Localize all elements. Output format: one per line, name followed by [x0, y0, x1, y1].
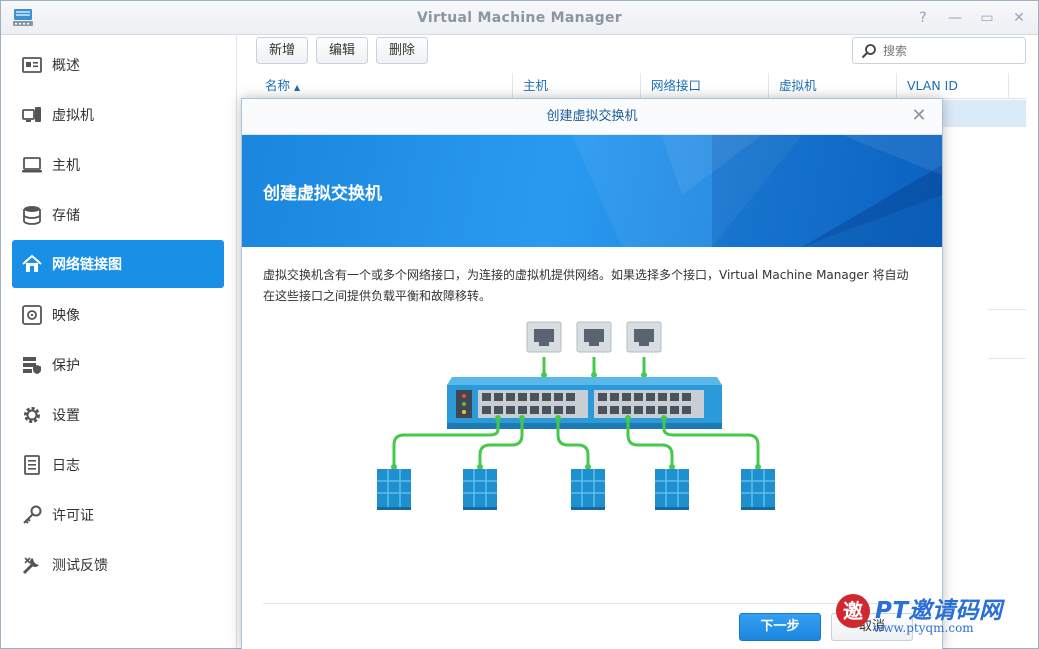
titlebar: Virtual Machine Manager ? — ▭ ✕: [1, 1, 1038, 35]
minimize-icon[interactable]: —: [946, 9, 964, 27]
close-window-icon[interactable]: ✕: [1010, 9, 1028, 27]
close-icon[interactable]: ✕: [910, 107, 928, 125]
sidebar-item-license[interactable]: 许可证: [12, 491, 224, 539]
sidebar-item-feedback[interactable]: 测试反馈: [12, 541, 224, 589]
sidebar-item-host[interactable]: 主机: [12, 141, 224, 189]
sidebar-item-protect[interactable]: 保护: [12, 341, 224, 389]
search-box[interactable]: [852, 37, 1026, 64]
dialog-description: 虚拟交换机含有一个或多个网络接口，为连接的虚拟机提供网络。如果选择多个接口，Vi…: [263, 268, 909, 303]
dialog-title: 创建虚拟交换机: [242, 99, 942, 135]
vm-block-icon: [571, 469, 605, 510]
search-icon: [861, 44, 876, 59]
vm-block-icon: [463, 469, 497, 510]
sidebar-item-label: 网络链接图: [52, 257, 122, 273]
watermark-logo-icon: 邀: [836, 594, 870, 628]
host-icon: [20, 153, 44, 177]
edit-button[interactable]: 编辑: [316, 37, 368, 64]
create-vswitch-dialog: 创建虚拟交换机 ✕ 创建虚拟交换机 虚拟交换机含有一个或多个网络接口，为连接的虚…: [241, 98, 943, 649]
log-icon: [20, 453, 44, 477]
storage-icon: [20, 203, 44, 227]
sidebar-item-log[interactable]: 日志: [12, 441, 224, 489]
vm-block-icon: [377, 469, 411, 510]
vm-block-icon: [655, 469, 689, 510]
window-controls: ? — ▭ ✕: [914, 9, 1028, 27]
sidebar-item-label: 测试反馈: [52, 558, 108, 574]
next-button[interactable]: 下一步: [739, 613, 821, 641]
sort-asc-icon: ▲: [294, 83, 301, 92]
image-icon: [20, 303, 44, 327]
sidebar-item-label: 设置: [52, 408, 80, 424]
banner-title: 创建虚拟交换机: [263, 184, 382, 204]
vm-block-icon: [741, 469, 775, 510]
sidebar-item-network[interactable]: 网络链接图: [12, 240, 224, 288]
footer-divider: [263, 603, 923, 604]
table-header: 名称 ▲ 主机 网络接口 虚拟机 VLAN ID: [255, 73, 1026, 99]
column-header-vlan[interactable]: VLAN ID: [897, 73, 1009, 99]
license-icon: [20, 503, 44, 527]
sidebar-item-image[interactable]: 映像: [12, 291, 224, 339]
column-header-interface[interactable]: 网络接口: [641, 73, 769, 99]
column-header-vm[interactable]: 虚拟机: [769, 73, 897, 99]
protect-icon: [20, 353, 44, 377]
overview-icon: [20, 53, 44, 77]
sidebar-item-label: 概述: [52, 58, 80, 74]
gear-icon: [20, 403, 44, 427]
window-title: Virtual Machine Manager: [417, 10, 622, 26]
network-icon: [20, 252, 44, 276]
sidebar: 概述 虚拟机 主机 存储 网络链接图 映像 保护 设置 日志 许可证 测试反馈: [1, 36, 237, 648]
sidebar-item-storage[interactable]: 存储: [12, 191, 224, 239]
divider: [988, 309, 1026, 310]
maximize-icon[interactable]: ▭: [978, 9, 996, 27]
delete-button[interactable]: 删除: [376, 37, 428, 64]
sidebar-item-overview[interactable]: 概述: [12, 41, 224, 89]
sidebar-item-label: 主机: [52, 158, 80, 174]
help-icon[interactable]: ?: [914, 9, 932, 27]
column-header-host[interactable]: 主机: [513, 73, 641, 99]
sidebar-item-label: 映像: [52, 308, 80, 324]
svg-text:邀: 邀: [843, 599, 863, 623]
watermark-url: www.ptyqm.com: [873, 621, 974, 635]
sidebar-item-label: 存储: [52, 208, 80, 224]
watermark-text: PT邀请码网: [875, 598, 1003, 624]
sidebar-item-label: 许可证: [52, 508, 94, 524]
sidebar-item-label: 日志: [52, 458, 80, 474]
add-button[interactable]: 新增: [256, 37, 308, 64]
dialog-banner: 创建虚拟交换机: [242, 135, 942, 247]
divider: [988, 358, 1026, 359]
ethernet-port-icon: [526, 321, 562, 353]
column-header-name[interactable]: 名称 ▲: [255, 73, 513, 99]
feedback-icon: [20, 553, 44, 577]
search-input[interactable]: [883, 41, 1021, 60]
sidebar-item-label: 虚拟机: [52, 108, 94, 124]
sidebar-item-label: 保护: [52, 358, 80, 374]
switch-icon: [447, 377, 722, 429]
app-window: Virtual Machine Manager ? — ▭ ✕ 概述 虚拟机 主…: [0, 0, 1039, 649]
vm-icon: [20, 103, 44, 127]
sidebar-item-vm[interactable]: 虚拟机: [12, 91, 224, 139]
vswitch-illustration: [377, 321, 775, 510]
watermark: 邀 PT邀请码网 www.ptyqm.com: [833, 587, 1033, 643]
sidebar-item-settings[interactable]: 设置: [12, 391, 224, 439]
ethernet-port-icon: [626, 321, 662, 353]
ethernet-port-icon: [576, 321, 612, 353]
